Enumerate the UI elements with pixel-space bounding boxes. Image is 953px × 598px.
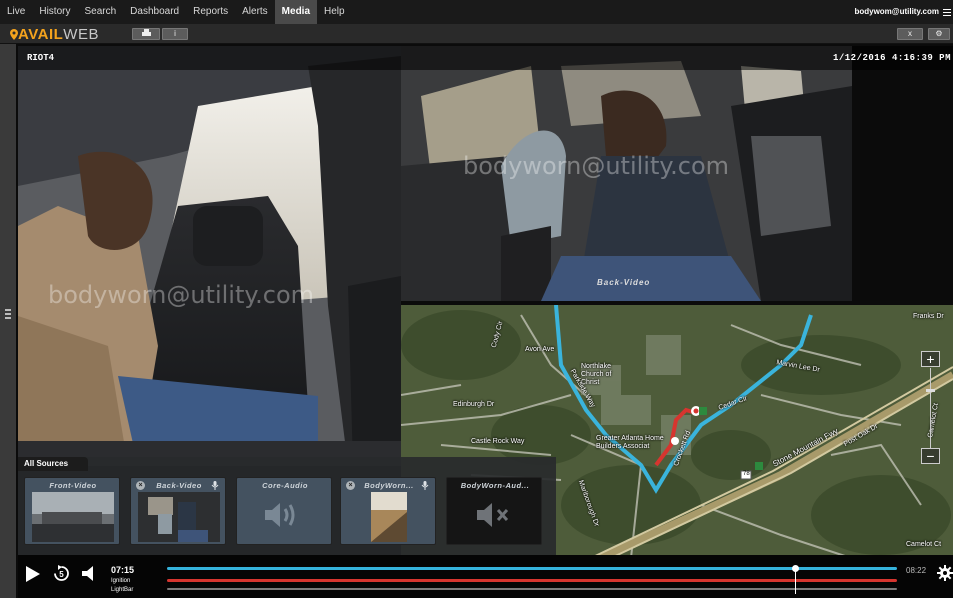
map-label: Castle Rock Way	[471, 438, 525, 445]
player-bar	[18, 555, 953, 598]
source-card-front-video[interactable]: Front-Video	[24, 477, 120, 545]
zoom-out-button[interactable]: −	[921, 448, 940, 464]
all-sources-tab[interactable]: All Sources	[18, 457, 88, 471]
microphone-icon	[421, 481, 429, 490]
print-icon	[141, 29, 151, 36]
play-icon[interactable]	[26, 566, 40, 582]
source-card-back-video[interactable]: × Back-Video	[130, 477, 226, 545]
gear-icon: ⚙	[935, 29, 943, 38]
nav-alerts[interactable]: Alerts	[235, 0, 275, 24]
microphone-icon	[211, 481, 219, 490]
map-label: Avon Ave	[525, 346, 555, 353]
video-timeline[interactable]	[167, 567, 897, 570]
close-button[interactable]: x	[897, 28, 923, 40]
video-timestamp: 1/12/2016 4:16:39 PM	[832, 53, 951, 63]
logo: AVAILWEB	[10, 26, 99, 43]
lightbar-timeline[interactable]	[167, 588, 897, 590]
device-name: RIOT4	[27, 53, 55, 63]
front-video-frame	[18, 46, 401, 466]
user-account[interactable]: bodywom@utility.com	[854, 0, 939, 24]
menu-icon[interactable]	[943, 7, 951, 16]
print-button[interactable]	[132, 28, 160, 40]
source-title: Front-Video	[49, 481, 97, 490]
playhead-line	[794, 571, 796, 594]
location-pin-icon	[10, 29, 18, 40]
gear-icon[interactable]	[937, 565, 953, 581]
svg-text:5: 5	[59, 570, 64, 579]
zoom-slider-handle[interactable]	[926, 389, 935, 392]
back-video-label: Back-Video	[597, 278, 651, 287]
source-thumbnail	[32, 492, 114, 542]
video-header: RIOT4 1/12/2016 4:16:39 PM	[18, 46, 953, 70]
source-title: Core-Audio	[262, 481, 308, 490]
nav-live[interactable]: Live	[0, 0, 32, 24]
watermark: bodyworn@utility.com	[463, 152, 730, 180]
map-label: Greater Atlanta Home Builders Associat	[596, 435, 664, 450]
current-time: 07:15	[111, 565, 135, 575]
source-card-bodyworn-video[interactable]: × BodyWorn...	[340, 477, 436, 545]
source-title: BodyWorn-Aud...	[460, 481, 530, 490]
nav-media[interactable]: Media	[274, 0, 318, 24]
back-video-view[interactable]: bodyworn@utility.com Back-Video	[401, 46, 852, 301]
end-time: 08:22	[906, 566, 927, 575]
lightbar-track-label: LightBar	[111, 587, 134, 593]
zoom-in-button[interactable]: +	[921, 351, 940, 367]
playhead-handle[interactable]	[791, 565, 799, 572]
map-label: Northlake Church of Christ	[581, 363, 612, 386]
source-card-bodyworn-audio[interactable]: BodyWorn-Aud...	[446, 477, 542, 545]
ignition-track-label: Ignition	[111, 578, 131, 584]
speaker-icon	[265, 503, 295, 527]
map-zoom-control: + −	[921, 351, 940, 466]
zoom-slider-track[interactable]	[930, 368, 931, 448]
nav-search[interactable]: Search	[77, 0, 123, 24]
map-label: Camelot Ct	[906, 541, 942, 548]
info-button[interactable]: i	[162, 28, 188, 40]
map-label: Edinburgh Dr	[453, 401, 495, 408]
map-label: Franks Dr	[913, 313, 944, 320]
watermark: bodyworn@utility.com	[48, 281, 315, 309]
source-card-core-audio[interactable]: Core-Audio	[236, 477, 332, 545]
info-icon: i	[174, 29, 176, 38]
source-thumbnail	[138, 492, 220, 542]
rewind-5-icon[interactable]: 5	[53, 565, 70, 582]
settings-small-button[interactable]: ⚙	[928, 28, 950, 40]
volume-icon[interactable]	[82, 566, 98, 581]
nav-reports[interactable]: Reports	[186, 0, 235, 24]
source-thumbnail	[371, 492, 407, 542]
top-nav: Live History Search Dashboard Reports Al…	[0, 0, 953, 24]
speaker-muted-icon	[477, 503, 509, 527]
front-video-view[interactable]: bodyworn@utility.com	[18, 46, 401, 466]
close-icon: x	[908, 29, 912, 38]
app-bar: AVAILWEB i x ⚙	[0, 24, 953, 44]
nav-history[interactable]: History	[32, 0, 77, 24]
nav-dashboard[interactable]: Dashboard	[123, 0, 186, 24]
nav-help[interactable]: Help	[317, 0, 352, 24]
ignition-timeline[interactable]	[167, 579, 897, 582]
route-shield-label: 78	[743, 471, 750, 477]
panel-toggle-handle[interactable]	[5, 309, 11, 323]
